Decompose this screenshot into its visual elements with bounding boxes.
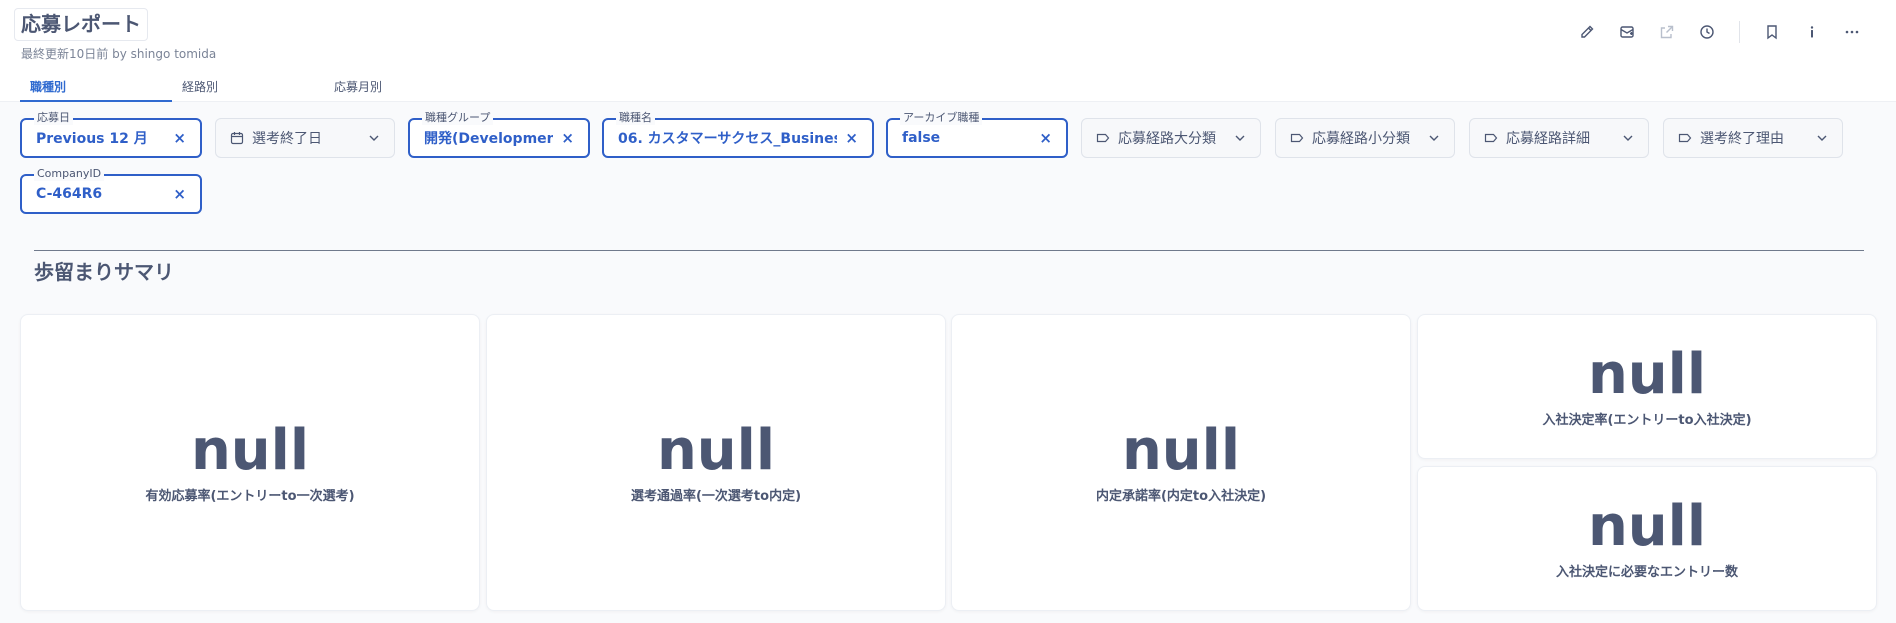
clear-filter-icon[interactable]: ×	[173, 129, 186, 147]
filter-label: 応募日	[34, 111, 73, 125]
chevron-down-icon	[369, 135, 379, 141]
filter-selection-end-date[interactable]: 選考終了日	[215, 118, 395, 158]
more-button[interactable]	[1832, 14, 1872, 50]
chevron-down-icon	[1235, 135, 1245, 141]
chevron-down-icon	[1817, 135, 1827, 141]
history-icon	[1700, 25, 1714, 39]
dashboard-title[interactable]: 応募レポート	[14, 8, 148, 41]
clear-filter-icon[interactable]: ×	[173, 185, 186, 203]
filter-application-date[interactable]: 応募日 Previous 12 月 ×	[20, 111, 202, 158]
tab-route[interactable]: 経路別	[172, 76, 324, 102]
calendar-icon	[230, 132, 244, 145]
section-title: 歩留まりサマリ	[34, 260, 174, 284]
tag-icon	[1096, 133, 1110, 143]
filter-value: 06. カスタマーサクセス_Business	[618, 131, 838, 147]
chevron-down-icon	[1623, 135, 1633, 141]
filter-value: false	[902, 130, 941, 146]
clear-filter-icon[interactable]: ×	[561, 129, 574, 147]
tag-icon	[1484, 133, 1498, 143]
scalar-card-offer-acceptance-rate[interactable]: null 内定承諾率(内定to入社決定)	[951, 314, 1411, 611]
filter-route-detail[interactable]: 応募経路詳細	[1469, 118, 1649, 158]
bookmark-button[interactable]	[1752, 14, 1792, 50]
filter-end-reason[interactable]: 選考終了理由	[1663, 118, 1843, 158]
tag-icon	[1678, 133, 1692, 143]
info-icon	[1810, 26, 1814, 38]
share-icon	[1660, 25, 1674, 39]
scalar-caption: 入社決定に必要なエントリー数	[1555, 565, 1738, 580]
filter-value: C-464R6	[36, 186, 103, 202]
filter-label: CompanyID	[34, 167, 105, 181]
filter-archived-job[interactable]: アーカイブ職種 false ×	[886, 111, 1068, 158]
scalar-value: null	[1587, 494, 1707, 559]
scalar-card-valid-application-rate[interactable]: null 有効応募率(エントリーto一次選考)	[20, 314, 480, 611]
edit-button[interactable]	[1567, 14, 1607, 50]
tag-icon	[1290, 133, 1304, 143]
scalar-caption: 入社決定率(エントリーto入社決定)	[1542, 413, 1752, 428]
filter-label: 職種名	[616, 111, 655, 125]
filter-company-id[interactable]: CompanyID C-464R6 ×	[20, 167, 202, 214]
dashboard-tabs: 職種別 経路別 応募月別	[20, 76, 476, 102]
filter-placeholder: 応募経路詳細	[1506, 131, 1590, 147]
pencil-icon	[1581, 25, 1594, 38]
info-button[interactable]	[1792, 14, 1832, 50]
filter-placeholder: 応募経路大分類	[1118, 131, 1216, 147]
filter-placeholder: 選考終了理由	[1700, 131, 1784, 147]
filter-route-minor[interactable]: 応募経路小分類	[1275, 118, 1455, 158]
clear-filter-icon[interactable]: ×	[845, 129, 858, 147]
scalar-value: null	[656, 418, 776, 483]
tab-job-type[interactable]: 職種別	[20, 76, 172, 102]
dashboard-toolbar	[1567, 14, 1872, 50]
bookmark-icon	[1767, 25, 1777, 40]
last-edited-info: 最終更新10日前 by shingo tomida	[21, 47, 217, 61]
tab-application-month[interactable]: 応募月別	[324, 76, 476, 102]
filter-value: 開発(Development)	[424, 131, 554, 147]
scalar-value: null	[1121, 418, 1241, 483]
scalar-card-selection-pass-rate[interactable]: null 選考通過率(一次選考to内定)	[486, 314, 946, 611]
filter-job-group[interactable]: 職種グループ 開発(Development) ×	[408, 111, 590, 158]
filter-label: アーカイブ職種	[900, 111, 983, 125]
share-button[interactable]	[1647, 14, 1687, 50]
subscription-button[interactable]	[1607, 14, 1647, 50]
scalar-value: null	[190, 418, 310, 483]
filter-placeholder: 選考終了日	[252, 131, 322, 147]
dashboard-header: 応募レポート 最終更新10日前 by shingo tomida 職種別 経路別…	[0, 0, 1896, 102]
scalar-caption: 有効応募率(エントリーto一次選考)	[145, 489, 355, 504]
chevron-down-icon	[1429, 135, 1439, 141]
subscription-icon	[1620, 26, 1634, 38]
more-icon	[1845, 30, 1859, 34]
scalar-caption: 内定承諾率(内定to入社決定)	[1095, 489, 1267, 504]
history-button[interactable]	[1687, 14, 1727, 50]
section-divider	[34, 250, 1864, 251]
scalar-value: null	[1587, 342, 1707, 407]
filter-placeholder: 応募経路小分類	[1312, 131, 1410, 147]
filter-route-major[interactable]: 応募経路大分類	[1081, 118, 1261, 158]
scalar-card-entries-per-hire[interactable]: null 入社決定に必要なエントリー数	[1417, 466, 1877, 611]
scalar-caption: 選考通過率(一次選考to内定)	[630, 489, 802, 504]
filter-job-name[interactable]: 職種名 06. カスタマーサクセス_Business ×	[602, 111, 874, 158]
toolbar-separator	[1739, 21, 1740, 43]
clear-filter-icon[interactable]: ×	[1039, 129, 1052, 147]
filter-label: 職種グループ	[422, 111, 494, 125]
scalar-card-hire-rate[interactable]: null 入社決定率(エントリーto入社決定)	[1417, 314, 1877, 459]
filter-value: Previous 12 月	[36, 131, 148, 147]
